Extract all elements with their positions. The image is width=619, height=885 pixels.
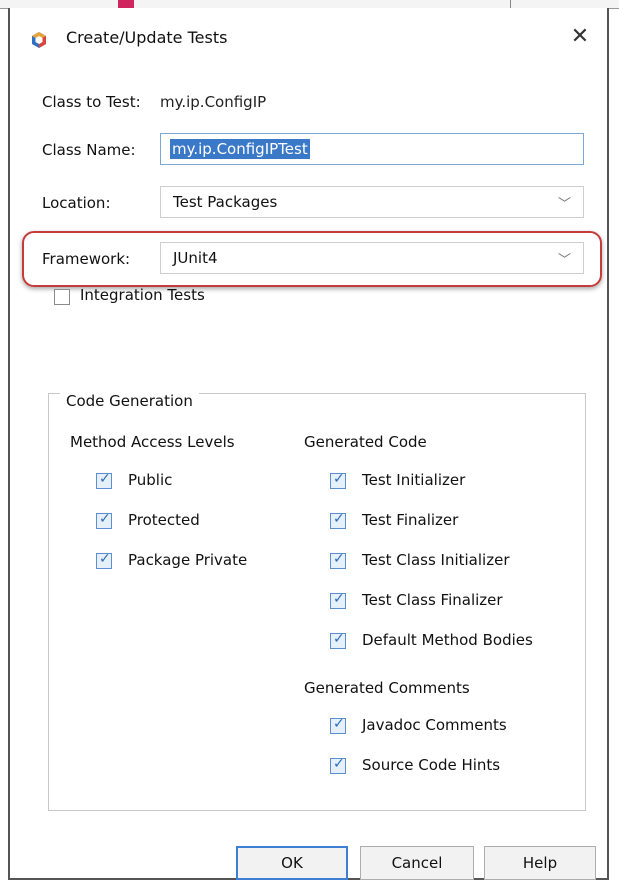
package-private-checkbox[interactable]	[96, 551, 112, 569]
cancel-button[interactable]: Cancel	[360, 846, 474, 880]
chevron-down-icon: ﹀	[557, 253, 571, 268]
location-selected-value: Test Packages	[173, 193, 278, 211]
location-label: Location:	[42, 194, 111, 212]
test-class-finalizer-checkbox[interactable]	[330, 591, 346, 609]
test-class-initializer-label[interactable]: Test Class Initializer	[362, 551, 509, 569]
default-method-bodies-checkbox[interactable]	[330, 631, 346, 649]
netbeans-cube-icon	[30, 31, 48, 49]
test-initializer-label[interactable]: Test Initializer	[362, 471, 465, 489]
javadoc-comments-checkbox[interactable]	[330, 716, 346, 734]
package-private-label[interactable]: Package Private	[128, 551, 247, 569]
ok-button[interactable]: OK	[236, 846, 348, 880]
class-to-test-label: Class to Test:	[42, 93, 141, 111]
public-checkbox[interactable]	[96, 471, 112, 489]
dialog-titlebar: Create/Update Tests ✕	[10, 8, 607, 68]
location-dropdown[interactable]: Test Packages ﹀	[160, 186, 584, 218]
framework-label: Framework:	[42, 250, 131, 268]
integration-tests-label[interactable]: Integration Tests	[80, 286, 205, 304]
background-divider	[510, 0, 511, 8]
test-class-finalizer-label[interactable]: Test Class Finalizer	[362, 591, 503, 609]
generated-code-heading: Generated Code	[304, 433, 427, 451]
class-to-test-value: my.ip.ConfigIP	[160, 93, 267, 111]
default-method-bodies-label[interactable]: Default Method Bodies	[362, 631, 533, 649]
close-icon[interactable]: ✕	[566, 24, 594, 49]
test-initializer-checkbox[interactable]	[330, 471, 346, 489]
method-access-levels-heading: Method Access Levels	[70, 433, 235, 451]
dialog-window: Create/Update Tests ✕ Class to Test: my.…	[8, 8, 609, 880]
generated-comments-heading: Generated Comments	[304, 679, 470, 697]
framework-selected-value: JUnit4	[173, 249, 218, 267]
class-name-label: Class Name:	[42, 141, 136, 159]
source-code-hints-label[interactable]: Source Code Hints	[362, 756, 500, 774]
framework-dropdown[interactable]: JUnit4 ﹀	[160, 242, 584, 274]
class-name-selected-text: my.ip.ConfigIPTest	[170, 139, 310, 159]
dialog-title: Create/Update Tests	[66, 28, 228, 47]
source-code-hints-checkbox[interactable]	[330, 756, 346, 774]
chevron-down-icon: ﹀	[557, 197, 571, 212]
help-button[interactable]: Help	[484, 846, 596, 880]
test-class-initializer-checkbox[interactable]	[330, 551, 346, 569]
code-generation-title: Code Generation	[60, 392, 199, 410]
class-name-field[interactable]: my.ip.ConfigIPTest	[160, 133, 584, 165]
public-label[interactable]: Public	[128, 471, 172, 489]
integration-tests-checkbox[interactable]	[54, 289, 70, 305]
background-accent-tab	[118, 0, 134, 8]
protected-checkbox[interactable]	[96, 511, 112, 529]
code-generation-group	[48, 393, 586, 811]
test-finalizer-checkbox[interactable]	[330, 511, 346, 529]
protected-label[interactable]: Protected	[128, 511, 200, 529]
javadoc-comments-label[interactable]: Javadoc Comments	[362, 716, 507, 734]
test-finalizer-label[interactable]: Test Finalizer	[362, 511, 458, 529]
